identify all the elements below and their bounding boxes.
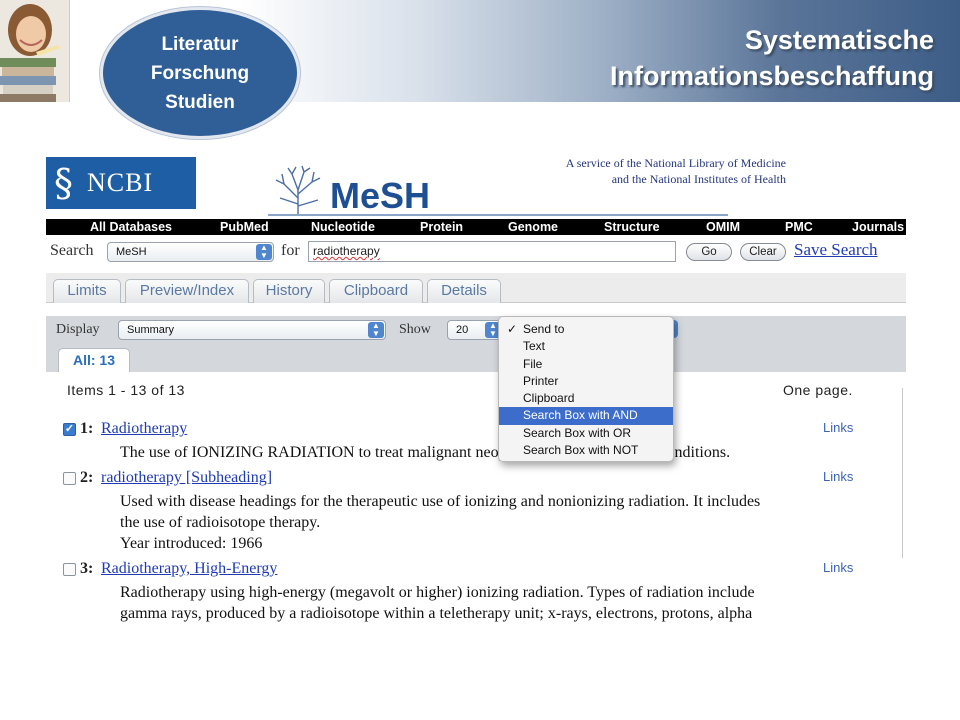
description-line: gamma rays, produced by a radioisotope w… — [120, 605, 753, 622]
slide-title: Systematische Informationsbeschaffung — [610, 22, 934, 94]
menu-item-label: Search Box with AND — [523, 408, 638, 423]
menu-item-printer[interactable]: Printer — [499, 373, 673, 390]
result-description: Used with disease headings for the thera… — [120, 491, 860, 554]
tab-limits[interactable]: Limits — [53, 279, 121, 303]
select-arrows-icon: ▲ ▼ — [256, 244, 272, 260]
nav-genome[interactable]: Genome — [508, 219, 558, 235]
tab-history[interactable]: History — [253, 279, 325, 303]
results-panel: Items 1 - 13 of 13 One page. ✓ 1: Radiot… — [46, 372, 906, 628]
menu-item-label: File — [523, 356, 543, 371]
menu-item-label: Search Box with NOT — [523, 443, 639, 458]
menu-item-label: Printer — [523, 373, 559, 388]
clear-button[interactable]: Clear — [740, 243, 786, 261]
result-number: 2: — [80, 469, 94, 486]
service-note: A service of the National Library of Med… — [530, 155, 786, 187]
mesh-logo-text: MeSH — [330, 175, 431, 216]
display-format-value: Summary — [127, 324, 175, 336]
topic-line: Literatur — [161, 33, 239, 55]
description-line: Radiotherapy using high-energy (megavolt… — [120, 584, 755, 601]
database-select-value: MeSH — [116, 246, 147, 258]
nav-all-databases[interactable]: All Databases — [90, 219, 172, 235]
items-count: Items 1 - 13 of 13 — [67, 382, 185, 398]
menu-item-search-box-not[interactable]: Search Box with NOT — [499, 442, 673, 459]
slide-title-line: Informationsbeschaffung — [609, 61, 934, 91]
nav-nucleotide[interactable]: Nucleotide — [311, 219, 375, 235]
result-checkbox[interactable] — [63, 563, 76, 576]
nav-structure[interactable]: Structure — [604, 219, 660, 235]
nav-pmc[interactable]: PMC — [785, 219, 813, 235]
result-links[interactable]: Links — [823, 469, 853, 484]
service-line: A service of the National Library of Med… — [565, 156, 786, 170]
page-info: One page. — [783, 382, 853, 398]
checkmark-icon: ✓ — [507, 322, 518, 336]
result-number: 3: — [80, 560, 94, 577]
nav-omim[interactable]: OMIM — [706, 219, 740, 235]
ncbi-logo[interactable]: § NCBI — [46, 157, 196, 209]
menu-item-clipboard[interactable]: Clipboard — [499, 390, 673, 407]
result-title-link[interactable]: Radiotherapy, High-Energy — [101, 560, 277, 578]
tree-icon — [272, 165, 324, 216]
divider — [902, 388, 906, 558]
service-line: and the National Institutes of Health — [611, 172, 786, 186]
tab-all-results[interactable]: All: 13 — [58, 348, 130, 372]
for-label: for — [281, 242, 300, 259]
menu-item-label: Send to — [523, 322, 565, 336]
mesh-logo[interactable]: MeSH — [268, 164, 430, 216]
nav-journals[interactable]: Journals — [852, 219, 904, 235]
result-checkbox[interactable]: ✓ — [63, 423, 76, 436]
description-line: Used with disease headings for the thera… — [120, 493, 761, 510]
result-links[interactable]: Links — [823, 420, 853, 435]
tab-preview-index[interactable]: Preview/Index — [125, 279, 249, 303]
result-description: The use of IONIZING RADIATION to treat m… — [120, 442, 860, 463]
description-line: Year introduced: 1966 — [120, 535, 263, 552]
menu-item-file[interactable]: File — [499, 356, 673, 373]
search-input[interactable]: radiotherapy — [308, 241, 676, 262]
display-bar: Display Summary ▲ ▼ Show 20 ▲ ▼ All: 13 — [46, 316, 906, 372]
show-count-value: 20 — [456, 324, 469, 336]
description-line: The use of IONIZING RADIATION to treat m… — [120, 444, 731, 461]
show-count-select[interactable]: 20 ▲ ▼ — [447, 320, 503, 340]
topic-line: Forschung — [150, 62, 250, 84]
send-to-menu: ✓ Send to Text File Printer Clipboard Sea… — [498, 316, 674, 462]
menu-item-label: Search Box with OR — [523, 425, 632, 440]
menu-item-search-box-and[interactable]: Search Box with AND — [499, 407, 673, 425]
menu-item-search-box-or[interactable]: Search Box with OR — [499, 425, 673, 442]
database-navbar: All Databases PubMed Nucleotide Protein … — [46, 219, 906, 235]
slide-title-line: Systematische — [744, 25, 934, 55]
student-photo — [0, 0, 70, 102]
topic-line: Studien — [165, 91, 235, 113]
go-button[interactable]: Go — [686, 243, 732, 261]
menu-item-text[interactable]: Text — [499, 338, 673, 355]
topic-oval: Literatur Forschung Studien — [100, 7, 300, 139]
search-bar: Search MeSH ▲ ▼ for radiotherapy Go Clear… — [46, 236, 906, 272]
tab-details[interactable]: Details — [427, 279, 501, 303]
menu-item-label: Text — [523, 339, 546, 354]
select-arrows-icon: ▲ ▼ — [368, 322, 384, 338]
result-description: Radiotherapy using high-energy (megavolt… — [120, 582, 860, 624]
ncbi-logo-text: NCBI — [87, 168, 154, 197]
menu-item-send-to[interactable]: ✓ Send to — [499, 321, 673, 338]
search-label: Search — [50, 242, 94, 259]
tab-clipboard[interactable]: Clipboard — [329, 279, 423, 303]
nav-protein[interactable]: Protein — [420, 219, 463, 235]
result-title-link[interactable]: Radiotherapy — [101, 420, 187, 438]
save-search-link[interactable]: Save Search — [794, 240, 878, 260]
nav-pubmed[interactable]: PubMed — [220, 219, 269, 235]
description-line: the use of radioisotope therapy. — [120, 514, 321, 531]
result-title-link[interactable]: radiotherapy [Subheading] — [101, 469, 272, 487]
ncbi-mesh-screenshot: § NCBI MeSH A service of the National Li… — [46, 148, 906, 628]
menu-item-label: Clipboard — [523, 391, 575, 406]
display-format-select[interactable]: Summary ▲ ▼ — [118, 320, 386, 340]
display-label: Display — [56, 322, 100, 337]
result-checkbox[interactable] — [63, 472, 76, 485]
database-select[interactable]: MeSH ▲ ▼ — [107, 242, 274, 262]
tab-bar: Limits Preview/Index History Clipboard D… — [46, 273, 906, 303]
show-label: Show — [399, 322, 431, 337]
search-input-value: radiotherapy — [313, 244, 380, 258]
ncbi-helix-icon: § — [54, 161, 73, 205]
result-links[interactable]: Links — [823, 560, 853, 575]
result-number: 1: — [80, 420, 94, 437]
divider — [268, 214, 728, 216]
